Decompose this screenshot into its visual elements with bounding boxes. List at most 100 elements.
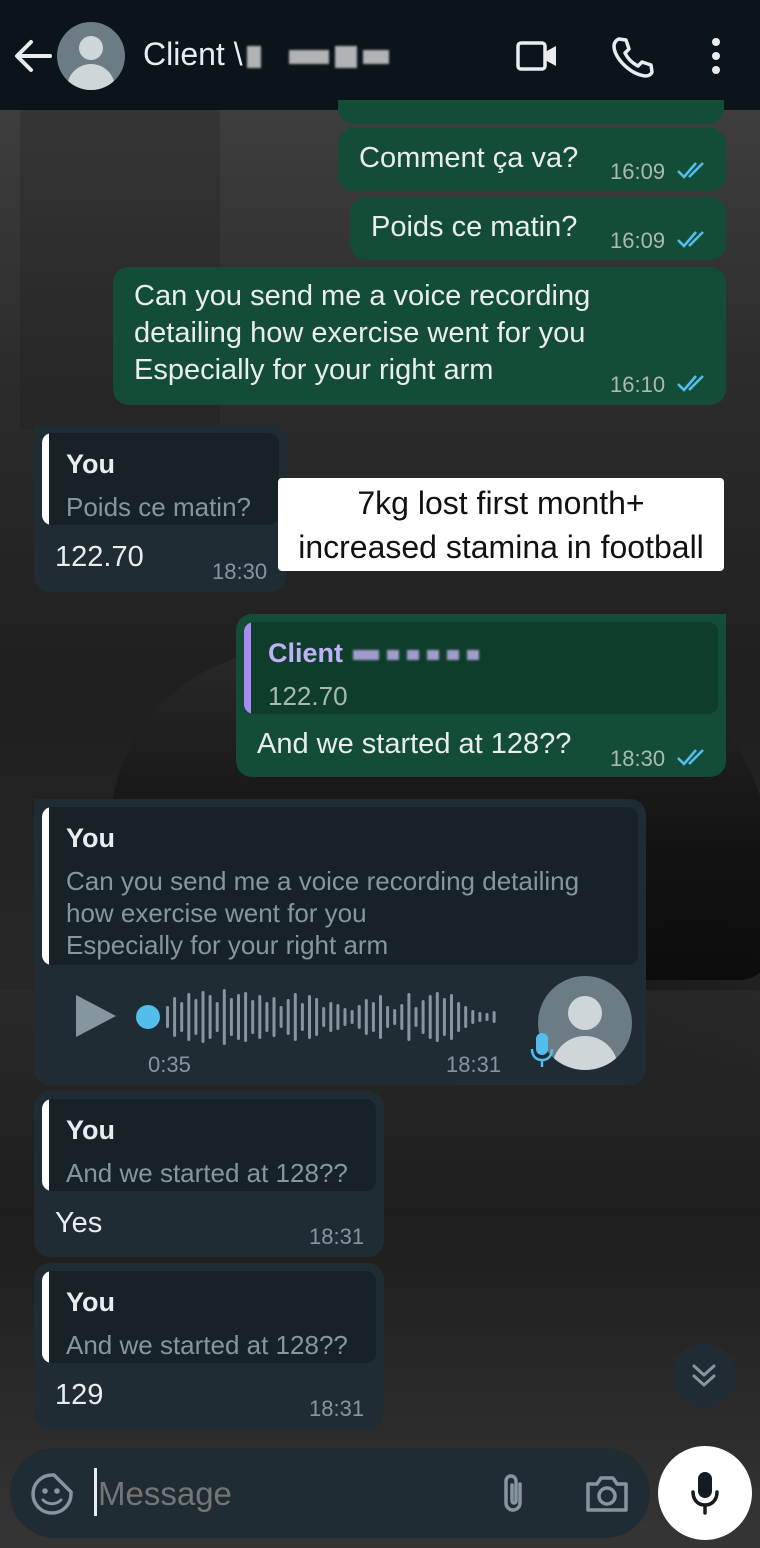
waveform-bar — [286, 999, 290, 1035]
message-bubble-outgoing[interactable]: Poids ce matin? 16:09 — [350, 197, 726, 260]
message-time: 18:30 — [610, 746, 666, 771]
double-chevron-down-icon — [692, 1364, 716, 1387]
back-arrow-icon[interactable] — [14, 38, 52, 74]
microphone-icon — [691, 1472, 719, 1515]
waveform-bar — [194, 999, 198, 1035]
play-icon[interactable] — [74, 993, 118, 1039]
camera-icon[interactable] — [584, 1474, 630, 1514]
video-call-icon[interactable] — [515, 34, 559, 78]
message-bubble-outgoing[interactable]: Comment ça va? 16:09 — [338, 128, 726, 191]
waveform-bar — [407, 993, 411, 1041]
more-options-icon[interactable] — [694, 34, 738, 78]
waveform-bar — [322, 1007, 326, 1027]
waveform-bar — [457, 1002, 461, 1032]
phone-icon[interactable] — [610, 34, 654, 78]
waveform-bar — [386, 1006, 390, 1028]
playback-scrubber[interactable] — [136, 1005, 160, 1029]
message-input[interactable] — [98, 1468, 478, 1520]
quoted-message[interactable]: You Can you send me a voice recording de… — [42, 807, 638, 965]
waveform-bar — [315, 998, 319, 1036]
waveform-bar — [222, 989, 226, 1045]
message-text: Poids ce matin? — [371, 211, 578, 243]
waveform-bar — [329, 1002, 333, 1032]
waveform-bar — [265, 1002, 269, 1032]
scroll-to-bottom-button[interactable] — [672, 1344, 736, 1408]
waveform-bar — [180, 1002, 184, 1032]
waveform-bar — [272, 997, 276, 1037]
quoted-message[interactable]: You And we started at 128?? — [42, 1099, 376, 1191]
waveform-bar — [414, 1007, 418, 1027]
message-time: 18:31 — [446, 1052, 502, 1077]
waveform-bar — [258, 995, 262, 1039]
quote-author: You — [66, 1287, 115, 1317]
annotation-line-2: increased stamina in football — [298, 529, 704, 565]
waveform-bar — [293, 993, 297, 1041]
waveform-bar — [201, 991, 205, 1043]
waveform-bar — [471, 1010, 475, 1024]
waveform-bar — [371, 1002, 375, 1032]
message-bubble-partial[interactable] — [338, 100, 724, 124]
waveform-bar — [393, 1009, 397, 1025]
quote-text: Poids ce matin? — [66, 492, 251, 522]
voice-record-button[interactable] — [658, 1446, 752, 1540]
message-time: 16:09 — [610, 159, 666, 184]
quoted-message[interactable]: You And we started at 128?? — [42, 1271, 376, 1363]
message-text: 129 — [55, 1379, 104, 1411]
waveform-bar — [400, 1004, 404, 1030]
quote-text: Can you send me a voice recording detail… — [66, 866, 580, 960]
quote-text: And we started at 128?? — [66, 1330, 348, 1360]
waveform-bar — [166, 1006, 169, 1028]
voice-message-bubble[interactable]: You Can you send me a voice recording de… — [34, 799, 646, 1085]
read-receipt-icon — [677, 375, 704, 392]
quoted-message[interactable]: Client 122.70 — [244, 622, 718, 714]
voice-duration: 0:35 — [148, 1052, 191, 1077]
waveform-bar — [478, 1012, 482, 1022]
quote-author: You — [66, 1115, 115, 1145]
waveform-bar — [279, 1006, 283, 1028]
message-bubble-outgoing[interactable]: Can you send me a voice recording detail… — [113, 267, 726, 405]
waveform-bar — [428, 995, 432, 1039]
waveform-bar — [485, 1013, 489, 1021]
message-text: Can you send me a voice recording detail… — [134, 280, 591, 386]
waveform-bar — [442, 998, 446, 1036]
annotation-label: 7kg lost first month+ increased stamina … — [278, 478, 724, 571]
waveform-bar — [357, 1005, 361, 1029]
quote-author: You — [66, 823, 115, 853]
waveform-bar — [343, 1008, 347, 1026]
message-time: 18:30 — [212, 559, 268, 584]
attach-icon[interactable] — [496, 1472, 532, 1516]
message-time: 18:31 — [309, 1224, 365, 1249]
mic-badge-icon — [530, 1033, 554, 1067]
read-receipt-icon — [677, 162, 704, 179]
text-cursor — [94, 1468, 97, 1516]
avatar[interactable] — [57, 22, 125, 90]
waveform-bar — [350, 1010, 354, 1024]
waveform-bar — [308, 995, 311, 1039]
message-time: 16:09 — [610, 228, 666, 253]
waveform-bar — [208, 995, 212, 1039]
chat-header: Client \ — [0, 0, 760, 110]
message-bubble-incoming[interactable]: You And we started at 128?? 129 18:31 — [34, 1263, 384, 1429]
message-time: 18:31 — [309, 1396, 365, 1421]
message-time: 16:10 — [610, 372, 666, 397]
waveform-bar — [421, 1000, 425, 1034]
waveform-bar — [435, 992, 439, 1042]
quoted-message[interactable]: You Poids ce matin? — [42, 433, 279, 525]
sticker-icon[interactable] — [30, 1472, 74, 1516]
waveform-bar — [336, 1004, 340, 1030]
read-receipt-icon — [677, 231, 704, 248]
message-bubble-incoming[interactable]: You And we started at 128?? Yes 18:31 — [34, 1091, 384, 1257]
waveform-bar — [187, 993, 191, 1041]
message-bubble-outgoing[interactable]: Client 122.70 And we started at 128?? 18… — [236, 614, 726, 777]
waveform-bar — [173, 997, 177, 1037]
message-bubble-incoming[interactable]: You Poids ce matin? 122.70 18:30 — [34, 425, 287, 592]
waveform-bar — [251, 1000, 255, 1034]
message-text: And we started at 128?? — [257, 728, 572, 760]
waveform-bar — [300, 1003, 304, 1031]
waveform-bar — [244, 992, 248, 1042]
waveform-bar — [215, 1002, 219, 1032]
quote-author: Client — [268, 638, 344, 668]
read-receipt-icon — [677, 749, 704, 766]
waveform — [166, 989, 496, 1045]
contact-name[interactable]: Client \ — [143, 36, 389, 73]
